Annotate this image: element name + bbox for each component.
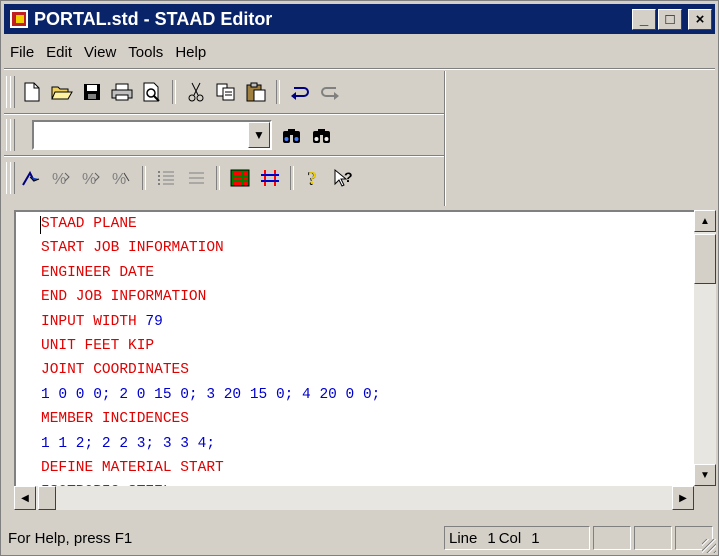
print-icon[interactable] — [110, 80, 134, 104]
maximize-button[interactable]: □ — [658, 9, 682, 30]
print-preview-icon[interactable] — [140, 80, 164, 104]
horizontal-scrollbar[interactable]: ◀ ▶ — [14, 486, 694, 510]
text-caret — [40, 216, 41, 234]
title-bar[interactable]: PORTAL.std - STAAD Editor _ □ × — [4, 4, 715, 34]
svg-text:%: % — [82, 171, 96, 187]
uncomment-icon[interactable]: % — [80, 166, 104, 190]
numbered-list-icon[interactable] — [154, 166, 178, 190]
help-icon[interactable]: ?? — [302, 166, 326, 190]
svg-text:?: ? — [308, 168, 317, 188]
svg-text:%: % — [52, 171, 66, 187]
code-line[interactable]: ENGINEER DATE — [16, 261, 694, 285]
toolbar-separator — [290, 166, 294, 190]
menu-file[interactable]: File — [4, 44, 40, 61]
line-label: Line — [449, 529, 478, 547]
context-help-icon[interactable]: ? — [332, 166, 356, 190]
code-line[interactable]: STAAD PLANE — [16, 212, 694, 236]
toolbar-separator — [216, 166, 220, 190]
swap-icon[interactable] — [258, 166, 282, 190]
code-line[interactable]: INPUT WIDTH 79 — [16, 310, 694, 334]
save-icon[interactable] — [80, 80, 104, 104]
col-value: 1 — [531, 529, 540, 547]
code-line[interactable]: UNIT FEET KIP — [16, 334, 694, 358]
horizontal-scroll-thumb[interactable] — [38, 486, 56, 510]
code-line[interactable]: END JOB INFORMATION — [16, 285, 694, 309]
line-value: 1 — [487, 529, 496, 547]
toolbar-separator — [142, 166, 146, 190]
svg-text:?: ? — [344, 169, 353, 185]
scroll-down-button[interactable]: ▼ — [694, 464, 716, 486]
copy-icon[interactable] — [214, 80, 238, 104]
new-file-icon[interactable] — [20, 80, 44, 104]
toolbar-grip[interactable] — [10, 162, 15, 194]
uncomment-all-icon[interactable]: % — [110, 166, 134, 190]
menu-tools[interactable]: Tools — [122, 44, 169, 61]
vertical-scrollbar[interactable]: ▲ ▼ — [694, 210, 716, 486]
status-panel — [634, 526, 672, 550]
menu-edit[interactable]: Edit — [40, 44, 78, 61]
search-combobox[interactable]: ▼ — [32, 120, 272, 150]
scroll-up-button[interactable]: ▲ — [694, 210, 716, 232]
window-title: PORTAL.std - STAAD Editor — [34, 8, 273, 29]
toolbar-grip[interactable] — [10, 76, 15, 108]
arrow-right-icon: ▶ — [679, 492, 687, 504]
minimize-icon: _ — [639, 11, 649, 28]
status-position-panel: Line 1 Col 1 — [444, 526, 590, 550]
col-label: Col — [498, 529, 522, 547]
maximize-icon: □ — [665, 11, 675, 28]
find-toolbar — [277, 116, 337, 154]
search-input[interactable] — [36, 124, 250, 146]
close-button[interactable]: × — [688, 9, 712, 30]
combo-dropdown-button[interactable]: ▼ — [248, 122, 270, 148]
chevron-down-icon: ▼ — [253, 128, 265, 142]
toolbar-row-divider — [4, 113, 444, 115]
format-toolbar: % % % ?? ? — [17, 159, 359, 197]
status-bar: For Help, press F1 Line 1 Col 1 — [4, 523, 717, 553]
calculator-icon[interactable] — [228, 166, 252, 190]
code-line[interactable]: MEMBER INCIDENCES — [16, 407, 694, 431]
toolbar-area-divider — [444, 71, 446, 206]
find-next-icon[interactable] — [310, 123, 334, 147]
toolbar-grip[interactable] — [10, 119, 15, 151]
toolbar-separator — [172, 80, 176, 104]
code-line[interactable]: 1 1 2; 2 2 3; 3 3 4; — [16, 432, 694, 456]
comment-icon[interactable]: % — [50, 166, 74, 190]
toolbar-separator — [276, 80, 280, 104]
menu-view[interactable]: View — [78, 44, 122, 61]
staad-editor-window: PORTAL.std - STAAD Editor _ □ × File Edi… — [0, 0, 719, 556]
status-help-text: For Help, press F1 — [8, 529, 133, 547]
code-editor[interactable]: STAAD PLANE START JOB INFORMATION ENGINEER… — [14, 210, 694, 486]
scroll-right-button[interactable]: ▶ — [672, 486, 694, 510]
code-line[interactable]: START JOB INFORMATION — [16, 236, 694, 260]
vertical-scroll-thumb[interactable] — [694, 234, 716, 284]
arrow-down-icon: ▼ — [700, 469, 710, 481]
indent-icon[interactable] — [20, 166, 44, 190]
standard-toolbar — [17, 73, 345, 111]
toolbar-row-divider — [4, 155, 444, 157]
open-folder-icon[interactable] — [50, 80, 74, 104]
scroll-corner — [694, 486, 716, 510]
arrow-left-icon: ◀ — [21, 492, 29, 504]
resize-grip[interactable] — [702, 539, 716, 553]
menu-separator — [4, 68, 715, 70]
redo-icon[interactable] — [318, 80, 342, 104]
minimize-button[interactable]: _ — [632, 9, 656, 30]
bullet-list-icon[interactable] — [184, 166, 208, 190]
arrow-up-icon: ▲ — [700, 215, 710, 227]
code-line[interactable]: 1 0 0 0; 2 0 15 0; 3 20 15 0; 4 20 0 0; — [16, 383, 694, 407]
find-icon[interactable] — [280, 123, 304, 147]
cut-icon[interactable] — [184, 80, 208, 104]
status-panel — [593, 526, 631, 550]
close-icon: × — [695, 11, 705, 28]
code-lines: STAAD PLANE START JOB INFORMATION ENGINEER… — [16, 212, 694, 486]
undo-icon[interactable] — [288, 80, 312, 104]
menu-bar: File Edit View Tools Help — [4, 39, 212, 65]
scroll-left-button[interactable]: ◀ — [14, 486, 36, 510]
window-controls: _ □ × — [632, 9, 712, 30]
paste-icon[interactable] — [244, 80, 268, 104]
menu-help[interactable]: Help — [169, 44, 212, 61]
staad-app-icon[interactable] — [10, 10, 28, 28]
code-line[interactable]: JOINT COORDINATES — [16, 358, 694, 382]
code-line[interactable]: DEFINE MATERIAL START — [16, 456, 694, 480]
